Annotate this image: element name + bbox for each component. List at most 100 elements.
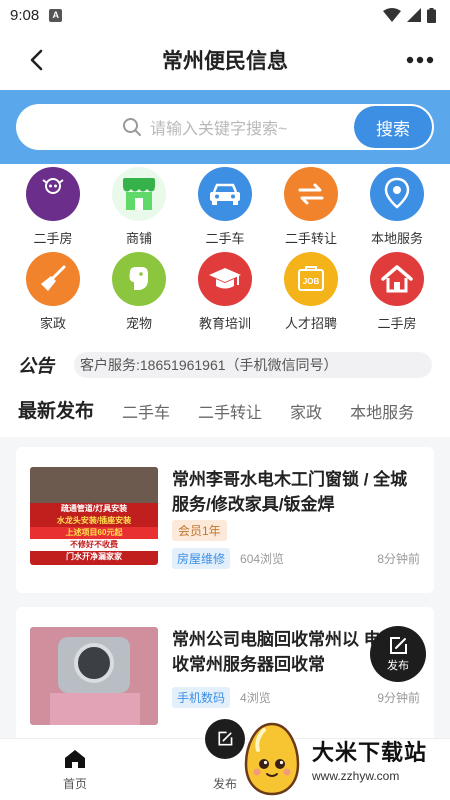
search-input[interactable]: 请输入关键字搜索~ bbox=[150, 115, 287, 139]
post-time: 9分钟前 bbox=[377, 691, 420, 705]
broom-icon bbox=[26, 252, 80, 306]
thumb-line: 门水开净漏家家 bbox=[66, 552, 122, 561]
category-label: 家政 bbox=[39, 316, 66, 331]
tab-latest[interactable]: 最新发布 bbox=[18, 396, 94, 423]
job-icon: JOB bbox=[284, 252, 338, 306]
home-graphic bbox=[381, 265, 413, 293]
card-thumbnail bbox=[30, 627, 158, 725]
cap-graphic bbox=[209, 268, 241, 289]
notice-text: 客户服务:18651961961（手机微信同号） bbox=[74, 352, 432, 378]
category-row-2: 家政 宠物 教育培训 JOB 人才招聘 二手房 bbox=[0, 252, 450, 337]
publish-label: 发布 bbox=[212, 777, 237, 791]
home-label: 首页 bbox=[62, 777, 87, 791]
transfer-icon bbox=[284, 167, 338, 221]
category-label: 二手车 bbox=[205, 231, 245, 246]
thumb-line: 疏通管道/灯具安装 bbox=[60, 504, 128, 513]
category-item-secondhand-house[interactable]: 二手房 bbox=[12, 167, 94, 252]
more-dots-icon bbox=[406, 56, 434, 64]
category-label: 商铺 bbox=[125, 231, 152, 246]
publish-circle bbox=[205, 719, 245, 759]
back-button[interactable] bbox=[16, 40, 56, 80]
category-item-secondhand-house-2[interactable]: 二手房 bbox=[356, 252, 438, 337]
category-tag: 手机数码 bbox=[172, 687, 231, 708]
dog-icon bbox=[112, 252, 166, 306]
dog-graphic bbox=[129, 267, 148, 290]
job-graphic: JOB bbox=[298, 266, 324, 291]
wifi-icon bbox=[383, 8, 401, 22]
publish-fab[interactable]: 发布 bbox=[370, 626, 426, 682]
category-label: 二手房 bbox=[377, 316, 417, 331]
notification-icon: A bbox=[49, 8, 63, 22]
search-box[interactable]: 请输入关键字搜索~ 搜索 bbox=[16, 104, 434, 150]
category-item-housekeeping[interactable]: 家政 bbox=[12, 252, 94, 337]
notice-bar[interactable]: 公告 客户服务:18651961961（手机微信同号） bbox=[0, 350, 450, 380]
tab-housekeeping[interactable]: 家政 bbox=[290, 399, 322, 423]
location-pin-icon bbox=[370, 167, 424, 221]
job-text: JOB bbox=[303, 277, 320, 286]
watermark-title: 大米下载站 bbox=[312, 740, 428, 765]
status-left: 9:08 A bbox=[10, 6, 63, 24]
category-item-education[interactable]: 教育培训 bbox=[184, 252, 266, 337]
house-logo-icon bbox=[26, 167, 80, 221]
signal-icon bbox=[407, 8, 421, 22]
tab-used-car[interactable]: 二手车 bbox=[122, 399, 170, 423]
back-arrow-icon bbox=[30, 49, 43, 71]
post-time: 8分钟前 bbox=[377, 552, 420, 566]
store-graphic bbox=[123, 178, 155, 210]
broom-graphic bbox=[41, 265, 66, 291]
status-right bbox=[383, 7, 436, 23]
page-title: 常州便民信息 bbox=[162, 50, 288, 73]
house-logo-graphic bbox=[42, 178, 64, 194]
car-graphic bbox=[210, 183, 240, 205]
category-item-used-car[interactable]: 二手车 bbox=[184, 167, 266, 252]
card-meta: 手机数码 4浏览 9分钟前 bbox=[172, 687, 420, 708]
mascot-logo-icon bbox=[244, 722, 300, 796]
list-item[interactable]: 疏通管道/灯具安装 水龙头安装/插座安装 上述项目60元起 不修好不收费 门水开… bbox=[16, 447, 434, 593]
home-nav-icon bbox=[65, 750, 85, 768]
category-label: 宠物 bbox=[125, 316, 152, 331]
pin-graphic bbox=[384, 177, 410, 209]
search-icon bbox=[123, 118, 141, 136]
search-button[interactable]: 搜索 bbox=[354, 106, 432, 148]
watermark-text: 大米下载站 www.zzhyw.com bbox=[312, 735, 427, 783]
view-count: 4浏览 bbox=[240, 691, 271, 705]
edit-icon bbox=[390, 637, 407, 654]
tab-transfer[interactable]: 二手转让 bbox=[198, 399, 262, 423]
thumb-line: 不修好不收费 bbox=[30, 539, 158, 551]
view-count: 604浏览 bbox=[240, 552, 285, 566]
transfer-graphic bbox=[298, 183, 324, 205]
search-band: 请输入关键字搜索~ 搜索 bbox=[0, 90, 450, 164]
camera-pink bbox=[50, 693, 140, 725]
category-item-pet[interactable]: 宠物 bbox=[98, 252, 180, 337]
edit-icon bbox=[218, 731, 233, 746]
category-label: 二手转让 bbox=[284, 231, 337, 246]
category-tag: 房屋维修 bbox=[172, 548, 231, 569]
thumb-text: 疏通管道/灯具安装 水龙头安装/插座安装 上述项目60元起 不修好不收费 门水开… bbox=[30, 503, 158, 563]
tab-local-service[interactable]: 本地服务 bbox=[350, 399, 414, 423]
card-meta: 房屋维修 604浏览 8分钟前 bbox=[172, 548, 420, 569]
status-bar: 9:08 A bbox=[0, 0, 450, 30]
thumb-line: 上述项目60元起 bbox=[30, 527, 158, 539]
tab-home[interactable]: 首页 bbox=[0, 739, 150, 800]
category-label: 教育培训 bbox=[198, 316, 251, 331]
category-row-1: 二手房 商铺 二手车 二手转让 本地服务 bbox=[0, 167, 450, 252]
watermark: 大米下载站 www.zzhyw.com bbox=[240, 718, 450, 800]
thumb-photo-strip bbox=[30, 467, 158, 503]
status-time: 9:08 bbox=[10, 6, 40, 24]
notice-logo: 公告 bbox=[18, 356, 54, 376]
store-icon bbox=[112, 167, 166, 221]
battery-icon bbox=[427, 7, 436, 23]
card-body: 常州李哥水电木工门窗锁 / 全城服务/修改家具/钣金焊 会员1年 房屋维修 60… bbox=[172, 467, 420, 593]
category-grid: 二手房 商铺 二手车 二手转让 本地服务 家政 宠物 教育培训 JOB 人才招聘… bbox=[0, 167, 450, 337]
home-icon bbox=[370, 252, 424, 306]
category-item-recruitment[interactable]: JOB 人才招聘 bbox=[270, 252, 352, 337]
more-button[interactable] bbox=[394, 40, 434, 80]
category-item-transfer[interactable]: 二手转让 bbox=[270, 167, 352, 252]
watermark-url: www.zzhyw.com bbox=[312, 769, 400, 783]
category-label: 人才招聘 bbox=[284, 316, 337, 331]
member-badge: 会员1年 bbox=[172, 520, 227, 541]
feed-tabs: 最新发布 二手车 二手转让 家政 本地服务 bbox=[0, 393, 450, 423]
category-label: 二手房 bbox=[33, 231, 73, 246]
category-item-shop[interactable]: 商铺 bbox=[98, 167, 180, 252]
category-item-local-service[interactable]: 本地服务 bbox=[356, 167, 438, 252]
